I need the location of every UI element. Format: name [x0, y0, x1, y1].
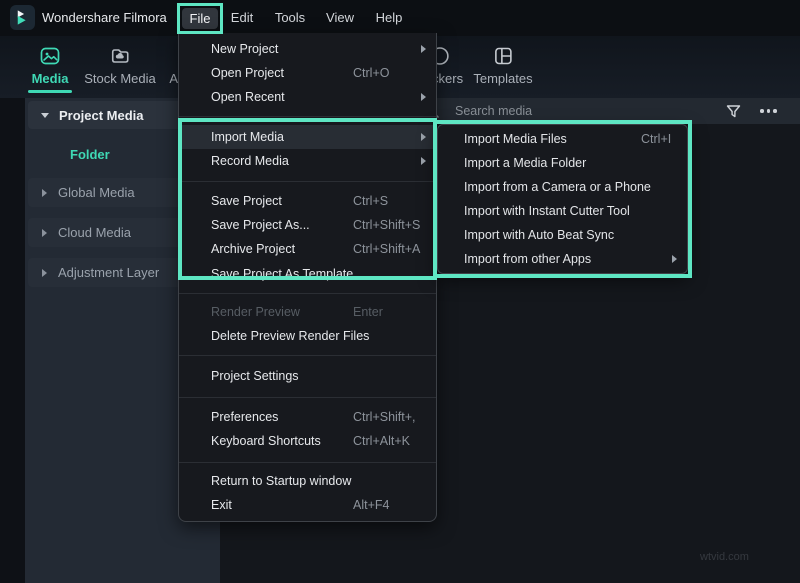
menu-item-open-recent[interactable]: Open Recent — [179, 85, 436, 109]
annotation-box-import-submenu — [433, 120, 692, 278]
filmora-window: Wondershare Filmora File Edit Tools View… — [0, 0, 800, 583]
sidebar-global-media-label: Global Media — [58, 185, 135, 200]
watermark: wtvid.com — [700, 551, 749, 563]
menu-separator — [179, 462, 436, 463]
menubar-item-help[interactable]: Help — [367, 0, 411, 36]
menu-separator — [179, 116, 436, 117]
sidebar-cloud-media-label: Cloud Media — [58, 225, 131, 240]
menu-separator — [179, 355, 436, 356]
tab-stock-media-label: Stock Media — [84, 71, 156, 86]
chevron-down-icon — [41, 113, 49, 118]
menu-separator — [179, 397, 436, 398]
sidebar-adjustment-layer-label: Adjustment Layer — [58, 265, 159, 280]
menu-item-open-project[interactable]: Open ProjectCtrl+O — [179, 61, 436, 85]
media-icon — [39, 45, 61, 67]
sidebar-item-folder[interactable]: Folder — [70, 142, 110, 168]
submenu-arrow-icon — [421, 45, 426, 53]
menu-item-project-settings[interactable]: Project Settings — [179, 364, 436, 388]
templates-icon — [492, 45, 514, 67]
tab-templates[interactable]: Templates — [473, 45, 532, 86]
submenu-arrow-icon — [421, 93, 426, 101]
menubar-item-view[interactable]: View — [318, 0, 362, 36]
menu-item-keyboard-shortcuts[interactable]: Keyboard ShortcutsCtrl+Alt+K — [179, 429, 436, 453]
app-title: Wondershare Filmora — [42, 0, 167, 36]
annotation-box-file — [177, 3, 223, 34]
menu-item-new-project[interactable]: New Project — [179, 37, 436, 61]
title-bar: Wondershare Filmora File Edit Tools View… — [0, 0, 800, 36]
menubar-item-tools[interactable]: Tools — [268, 0, 312, 36]
filmora-logo-icon — [10, 5, 35, 30]
active-tab-underline — [28, 90, 72, 93]
more-options-icon[interactable] — [760, 109, 777, 113]
menu-item-exit[interactable]: ExitAlt+F4 — [179, 493, 436, 517]
chevron-right-icon — [42, 269, 47, 277]
filmora-logo-glyph — [13, 8, 32, 27]
filter-icon[interactable] — [725, 103, 742, 120]
menu-item-return-to-startup-window[interactable]: Return to Startup window — [179, 469, 436, 493]
menubar-item-edit[interactable]: Edit — [222, 0, 262, 36]
menu-item-delete-preview-render-files[interactable]: Delete Preview Render Files — [179, 324, 436, 348]
chevron-right-icon — [42, 229, 47, 237]
menu-item-preferences[interactable]: PreferencesCtrl+Shift+, — [179, 405, 436, 429]
tab-media[interactable]: Media — [28, 45, 72, 93]
chevron-right-icon — [42, 189, 47, 197]
menu-item-render-preview: Render PreviewEnter — [179, 300, 436, 324]
tab-media-label: Media — [32, 71, 69, 86]
stock-media-folder-icon — [109, 45, 131, 67]
tab-templates-label: Templates — [473, 71, 532, 86]
menu-separator — [179, 293, 436, 294]
sidebar-project-media-label: Project Media — [59, 108, 144, 123]
tab-stock-media[interactable]: Stock Media — [84, 45, 156, 86]
annotation-box-import-section — [178, 118, 437, 280]
left-edge-panel — [0, 98, 25, 583]
